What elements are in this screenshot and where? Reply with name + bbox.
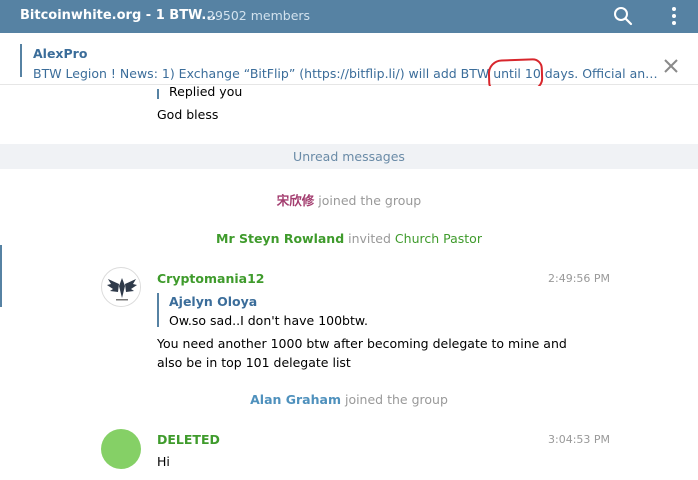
message-author[interactable]: DELETED	[157, 432, 220, 447]
reply-quote-bar	[157, 293, 159, 327]
quote-author[interactable]: Ajelyn Oloya	[169, 294, 257, 309]
reply-quote-bar	[157, 89, 159, 99]
service-actor-name[interactable]: Mr Steyn Rowland	[216, 231, 344, 246]
chat-title[interactable]: Bitcoinwhite.org - 1 BTW...	[20, 8, 216, 23]
scroll-indicator[interactable]	[0, 245, 2, 307]
winged-logo-icon	[103, 269, 140, 306]
chat-header: Bitcoinwhite.org - 1 BTW... 29502 member…	[0, 0, 698, 33]
service-message-joined: 宋欣修 joined the group	[0, 190, 698, 209]
service-message-invited: Mr Steyn Rowland invited Church Pastor	[0, 231, 698, 246]
member-count[interactable]: 29502 members	[207, 8, 310, 23]
prev-message-text: God bless	[157, 107, 219, 122]
message-text: Hi	[157, 454, 170, 469]
avatar[interactable]	[101, 267, 141, 307]
avatar[interactable]	[101, 429, 141, 469]
service-user-name[interactable]: 宋欣修	[277, 193, 315, 208]
message-time: 2:49:56 PM	[548, 272, 611, 285]
message-time: 3:04:53 PM	[548, 433, 611, 446]
quote-text[interactable]: Ow.so sad..I don't have 100btw.	[169, 313, 368, 328]
pinned-text: BTW Legion ! News: 1) Exchange “BitFlip”…	[33, 66, 660, 81]
pinned-accent-bar	[20, 44, 22, 77]
message-author[interactable]: Cryptomania12	[157, 271, 264, 286]
search-icon[interactable]	[613, 6, 633, 26]
service-user-name[interactable]: Alan Graham	[250, 392, 341, 407]
service-text: joined the group	[318, 193, 422, 208]
unread-messages-divider: Unread messages	[0, 144, 698, 169]
pinned-message-bar[interactable]: AlexPro BTW Legion ! News: 1) Exchange “…	[0, 33, 698, 85]
service-text: joined the group	[344, 392, 448, 407]
more-vertical-icon[interactable]	[664, 5, 684, 27]
message-text-line: You need another 1000 btw after becoming…	[157, 336, 567, 351]
service-verb: invited	[348, 231, 391, 246]
service-target-name[interactable]: Church Pastor	[395, 231, 482, 246]
close-icon[interactable]	[661, 56, 681, 76]
message-text-line: also be in top 101 delegate list	[157, 355, 351, 370]
service-message-joined: Alan Graham joined the group	[0, 392, 698, 407]
pinned-author: AlexPro	[33, 46, 88, 61]
prev-reply-snippet: Replied you	[169, 84, 243, 99]
